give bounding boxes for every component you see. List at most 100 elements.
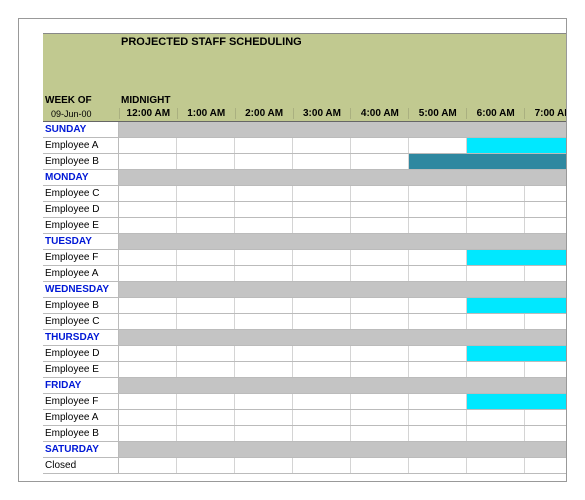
- hour-cell: [293, 442, 351, 457]
- hour-cell: [525, 202, 567, 217]
- hour-cell: [293, 250, 351, 265]
- hour-cell: [409, 186, 467, 201]
- hour-cell: [235, 138, 293, 153]
- employee-label: Employee C: [43, 186, 119, 201]
- hour-cell: [177, 218, 235, 233]
- row-cells: [119, 330, 567, 345]
- employee-label: Employee C: [43, 314, 119, 329]
- hour-cell: [177, 122, 235, 137]
- hour-cell: [235, 234, 293, 249]
- hour-cell: [467, 234, 525, 249]
- hour-cell: [293, 426, 351, 441]
- weekof-label: WEEK OF: [43, 95, 119, 106]
- hour-cell: [119, 410, 177, 425]
- schedule-row: Employee C: [43, 186, 567, 202]
- hour-cell: [351, 346, 409, 361]
- row-cells: [119, 410, 567, 425]
- hour-cell: [351, 410, 409, 425]
- hour-cell: [293, 330, 351, 345]
- hour-cell: [351, 426, 409, 441]
- hour-cell: [235, 202, 293, 217]
- hour-6: 6:00 AM: [466, 108, 524, 119]
- hour-cell: [119, 442, 177, 457]
- hour-cell: [177, 394, 235, 409]
- hour-cell: [467, 410, 525, 425]
- hour-cell: [177, 170, 235, 185]
- row-cells: [119, 170, 567, 185]
- hour-cell: [235, 218, 293, 233]
- hour-cell: [409, 378, 467, 393]
- sheet-title: PROJECTED STAFF SCHEDULING: [119, 36, 567, 48]
- hour-cell: [235, 394, 293, 409]
- schedule-row: Employee B: [43, 154, 567, 170]
- hour-cell: [293, 378, 351, 393]
- day-header-label: FRIDAY: [43, 378, 119, 393]
- shift-segment: [467, 298, 567, 313]
- schedule-row: THURSDAY: [43, 330, 567, 346]
- employee-label: Employee A: [43, 410, 119, 425]
- row-cells: [119, 250, 567, 265]
- hour-cell: [235, 250, 293, 265]
- hour-cell: [409, 314, 467, 329]
- hour-cell: [293, 410, 351, 425]
- shift-segment: [467, 250, 567, 265]
- hour-cell: [235, 266, 293, 281]
- hour-cell: [177, 362, 235, 377]
- hour-cell: [119, 250, 177, 265]
- hour-cell: [119, 218, 177, 233]
- hour-cell: [525, 186, 567, 201]
- employee-label: Employee A: [43, 266, 119, 281]
- hour-cell: [409, 394, 467, 409]
- employee-label: Employee B: [43, 298, 119, 313]
- hour-cell: [177, 154, 235, 169]
- hour-cell: [351, 298, 409, 313]
- schedule-row: WEDNESDAY: [43, 282, 567, 298]
- hour-cell: [235, 410, 293, 425]
- hour-cell: [409, 346, 467, 361]
- hour-cell: [525, 442, 567, 457]
- row-cells: [119, 122, 567, 137]
- hour-cell: [119, 378, 177, 393]
- hour-cell: [177, 266, 235, 281]
- hour-7: 7:00 AM: [524, 108, 567, 119]
- hour-cell: [525, 362, 567, 377]
- hour-cell: [467, 314, 525, 329]
- hour-cell: [293, 218, 351, 233]
- hour-cell: [525, 234, 567, 249]
- schedule-row: Employee B: [43, 298, 567, 314]
- schedule-row: SATURDAY: [43, 442, 567, 458]
- hour-cell: [351, 218, 409, 233]
- hour-cell: [177, 458, 235, 473]
- hour-cell: [351, 314, 409, 329]
- hour-cell: [409, 250, 467, 265]
- hour-cell: [351, 170, 409, 185]
- hour-cell: [177, 298, 235, 313]
- employee-label: Closed: [43, 458, 119, 473]
- hour-cell: [409, 234, 467, 249]
- hour-cell: [119, 346, 177, 361]
- row-cells: [119, 394, 567, 409]
- schedule-row: Employee D: [43, 202, 567, 218]
- hour-cell: [409, 218, 467, 233]
- hour-cell: [235, 458, 293, 473]
- employee-label: Employee E: [43, 218, 119, 233]
- row-cells: [119, 186, 567, 201]
- hour-cell: [177, 138, 235, 153]
- label-row: WEEK OF MIDNIGHT: [43, 92, 567, 106]
- hour-cell: [409, 362, 467, 377]
- hour-cell: [235, 362, 293, 377]
- hour-cell: [119, 394, 177, 409]
- day-header-label: TUESDAY: [43, 234, 119, 249]
- row-cells: [119, 218, 567, 233]
- hour-cell: [293, 266, 351, 281]
- hour-cell: [525, 458, 567, 473]
- hour-cell: [409, 266, 467, 281]
- hour-cell: [467, 282, 525, 297]
- hour-cell: [293, 362, 351, 377]
- day-header-label: THURSDAY: [43, 330, 119, 345]
- hour-cell: [235, 170, 293, 185]
- hour-cell: [293, 202, 351, 217]
- hour-cell: [293, 186, 351, 201]
- hour-cell: [119, 154, 177, 169]
- header-block: PROJECTED STAFF SCHEDULING WEEK OF MIDNI…: [43, 33, 567, 122]
